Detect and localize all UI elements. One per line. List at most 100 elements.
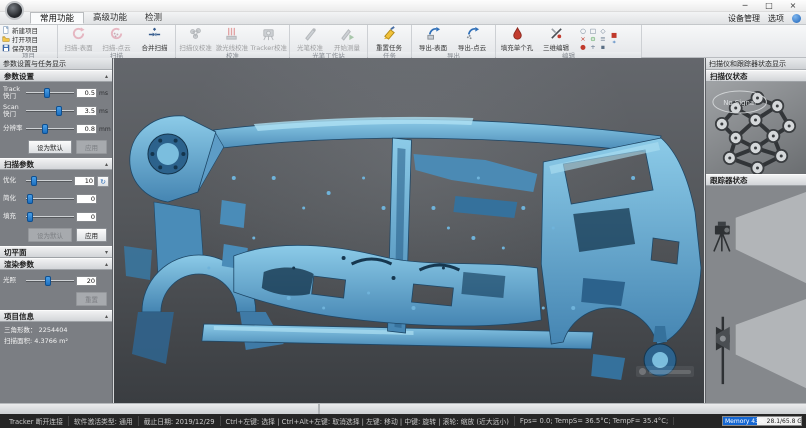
line-select-icon[interactable]: ≡ xyxy=(598,35,608,43)
help-icon[interactable] xyxy=(792,14,801,23)
tracker-calibration-button[interactable]: Tracker校准 xyxy=(251,26,287,52)
export-pointcloud-button[interactable]: 导出-点云 xyxy=(453,26,491,52)
section-project-info[interactable]: 项目信息▴ xyxy=(0,310,112,322)
fill-slider[interactable] xyxy=(26,211,74,223)
optimize-refresh-icon[interactable]: ↻ xyxy=(97,176,109,187)
section-scan-params[interactable]: 扫描参数▴ xyxy=(0,158,112,170)
options-menu[interactable]: 选项 xyxy=(768,13,784,24)
delete-selected-icon[interactable]: ■ xyxy=(611,31,617,39)
triangles-label: 三角形数： xyxy=(4,326,37,334)
track-shutter-value[interactable] xyxy=(76,88,97,98)
new-project-button[interactable]: 新建项目 xyxy=(2,26,38,34)
start-measure-button[interactable]: 开始测量 xyxy=(329,26,365,52)
section-scanner-status[interactable]: 扫描仪状态 xyxy=(706,70,806,82)
apply-button[interactable]: 应用 xyxy=(76,228,107,242)
polygon-select-icon[interactable]: ◇ xyxy=(598,27,608,35)
bottom-strip xyxy=(0,403,806,414)
ribbon-group-export: 导出-表面 导出-点云 导出 xyxy=(412,25,496,57)
tab-common-functions[interactable]: 常用功能 xyxy=(30,12,84,24)
lighting-value[interactable] xyxy=(76,276,97,286)
left-panel: 参数设置与任务显示 参数设置▴ Track 快门 ms Scan 快门 ms 分… xyxy=(0,58,113,403)
save-icon xyxy=(2,44,10,52)
minimize-button[interactable]: ─ xyxy=(734,0,756,11)
track-shutter-label: Track 快门 xyxy=(3,86,24,101)
tab-inspection[interactable]: 检测 xyxy=(136,12,171,24)
ellipse-select-icon[interactable]: ○ xyxy=(578,27,588,35)
deselect-icon[interactable]: × xyxy=(578,35,588,43)
merge-scan-button[interactable]: 合并扫描 xyxy=(136,26,173,52)
set-default-button[interactable]: 设为默认 xyxy=(28,228,72,242)
ribbon-group-edit: 填充单个孔 三维编辑 ○ □ ◇ × ⊙ ≡ ● + ▪ ■ * 编辑 xyxy=(496,25,642,57)
device-manage-menu[interactable]: 设备管理 xyxy=(728,13,760,24)
simplify-slider[interactable] xyxy=(26,193,74,205)
apply-button[interactable]: 应用 xyxy=(76,140,107,154)
ribbon-group-pen-workstation: 光笔校准 开始测量 光笔工作站 xyxy=(290,25,368,57)
collapse-icon: ▾ xyxy=(105,249,108,256)
laser-calibration-icon xyxy=(224,26,239,41)
edit-3d-button[interactable]: 三维编辑 xyxy=(537,26,575,52)
rect-select-icon[interactable]: □ xyxy=(588,27,598,35)
save-project-button[interactable]: 保存项目 xyxy=(2,44,38,52)
tracker-status-view xyxy=(706,186,806,403)
scan-pointcloud-button[interactable]: 扫描-点云 xyxy=(98,26,135,52)
resolution-slider[interactable] xyxy=(26,123,74,135)
collapse-icon: ▴ xyxy=(105,261,108,268)
reset-lighting-button[interactable]: 重置 xyxy=(76,292,107,306)
open-project-button[interactable]: 打开项目 xyxy=(2,35,38,43)
title-bar: ─ □ × xyxy=(0,0,806,12)
shrink-select-icon[interactable]: ▪ xyxy=(598,43,608,51)
merge-scan-icon xyxy=(147,26,162,41)
point-select-icon[interactable]: ⊙ xyxy=(588,35,598,43)
scanner-calibration-button[interactable]: 扫描仪校准 xyxy=(178,26,213,52)
lighting-label: 光照 xyxy=(3,277,24,284)
ribbon-group-scan: 扫描-表面 扫描-点云 合并扫描 扫描 xyxy=(58,25,176,57)
tracker-fov-graphic xyxy=(706,186,806,403)
scan-shutter-slider[interactable] xyxy=(26,105,74,117)
magic-wand-icon[interactable]: * xyxy=(611,39,617,47)
fill-value[interactable] xyxy=(76,212,97,222)
tracker-calibration-icon xyxy=(261,26,276,41)
optimize-slider[interactable] xyxy=(26,175,72,187)
scan-area-value: 4.3766 m² xyxy=(34,337,68,345)
simplify-value[interactable] xyxy=(76,194,97,204)
section-cut-plane[interactable]: 切平面▾ xyxy=(0,246,112,258)
scan-pointcloud-icon xyxy=(109,26,124,41)
collapse-icon: ▴ xyxy=(105,161,108,168)
fill-hole-button[interactable]: 填充单个孔 xyxy=(498,26,536,52)
section-render-params[interactable]: 渲染参数▴ xyxy=(0,258,112,270)
ribbon: 新建项目 打开项目 保存项目 项目 扫描-表面 扫描-点云 xyxy=(0,25,806,58)
open-folder-icon xyxy=(2,35,10,43)
left-panel-title: 参数设置与任务显示 xyxy=(0,58,112,70)
tracker-connection-status: Tracker 断开连接 xyxy=(4,416,69,426)
track-shutter-slider[interactable] xyxy=(26,87,74,99)
pen-calibration-button[interactable]: 光笔校准 xyxy=(292,26,328,52)
selection-tool-col: ■ * xyxy=(611,26,617,52)
grow-select-icon[interactable]: + xyxy=(588,43,598,51)
section-param-settings[interactable]: 参数设置▴ xyxy=(0,70,112,82)
laser-calibration-button[interactable]: 激光线校准 xyxy=(214,26,249,52)
maximize-button[interactable]: □ xyxy=(758,0,780,11)
reset-task-button[interactable]: 重置任务 xyxy=(370,26,408,52)
scan-shutter-value[interactable] xyxy=(76,106,97,116)
optimize-value[interactable] xyxy=(74,176,95,186)
lighting-slider[interactable] xyxy=(26,275,74,287)
resolution-value[interactable] xyxy=(76,124,97,134)
scan-surface-button[interactable]: 扫描-表面 xyxy=(60,26,97,52)
tab-advanced-functions[interactable]: 高级功能 xyxy=(84,12,136,24)
app-logo-icon[interactable] xyxy=(5,1,24,20)
scan-surface-icon xyxy=(71,26,86,41)
export-surface-button[interactable]: 导出-表面 xyxy=(414,26,452,52)
viewport-watermark xyxy=(636,366,694,377)
brush-select-icon[interactable]: ● xyxy=(578,43,588,51)
3d-viewport[interactable] xyxy=(114,58,704,403)
close-button[interactable]: × xyxy=(782,0,804,11)
set-default-button[interactable]: 设为默认 xyxy=(28,140,72,154)
scan-shutter-label: Scan 快门 xyxy=(3,104,24,119)
section-tracker-status[interactable]: 跟踪器状态 xyxy=(706,174,806,186)
right-panel-title: 扫描仪和跟踪器状态显示 xyxy=(706,58,806,70)
triangles-value: 2254404 xyxy=(39,326,68,334)
scanner-calibration-icon xyxy=(188,26,203,41)
ribbon-tab-row: 常用功能 高级功能 检测 xyxy=(0,12,806,25)
selection-tool-grid: ○ □ ◇ × ⊙ ≡ ● + ▪ xyxy=(578,26,608,52)
export-surface-icon xyxy=(426,26,441,41)
